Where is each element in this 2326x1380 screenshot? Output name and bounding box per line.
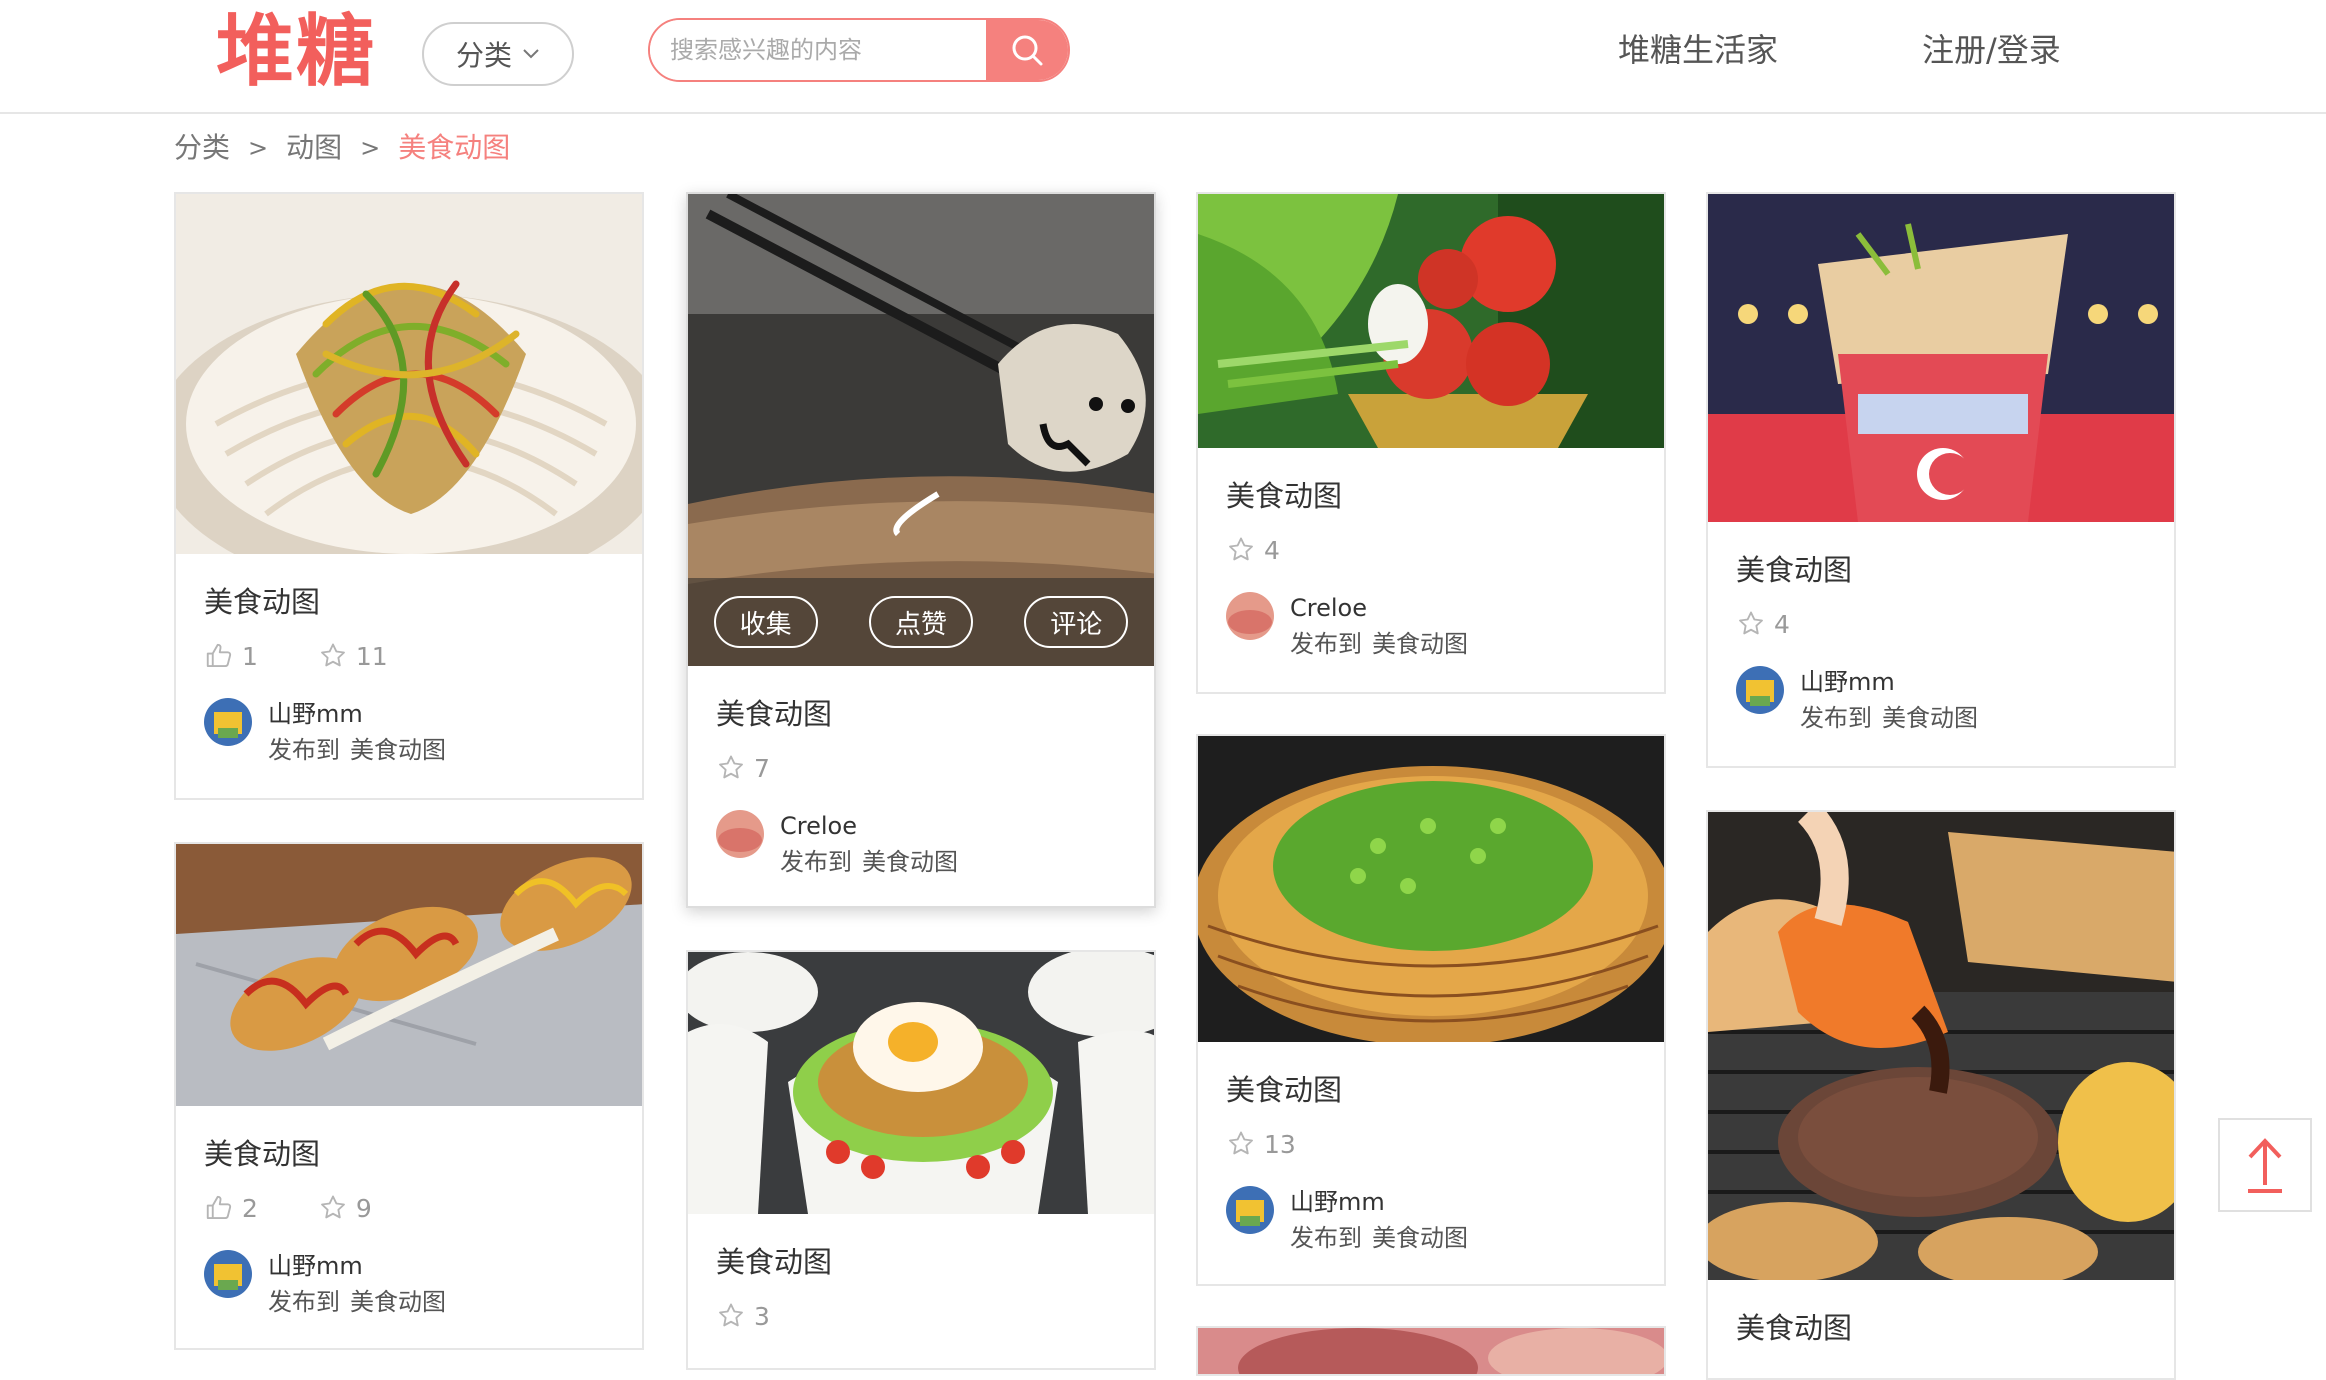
category-label: 分类 [455,39,512,72]
pin-title[interactable]: 美食动图 [1226,476,1636,516]
avatar[interactable] [1226,1186,1274,1234]
pin-title[interactable]: 美食动图 [1226,1070,1636,1110]
top-header: 堆糖 分类 堆糖生活家 注册/登录 [0,0,2326,114]
board-link[interactable]: 美食动图 [1372,1224,1468,1252]
breadcrumb-root[interactable]: 分类 [174,128,230,168]
nav-register-login[interactable]: 注册/登录 [1922,28,2061,72]
pin-card[interactable]: 收集 点赞 评论 美食动图 7 Creloe 发布到 美食动图 [686,192,1156,908]
like-count[interactable]: 2 [204,1193,258,1223]
search-box [648,18,1070,82]
like-button[interactable]: 点赞 [868,596,973,648]
pin-image[interactable] [1198,194,1664,448]
author-name[interactable]: 山野mm [1290,1184,1468,1220]
star-icon [1226,535,1256,565]
favorite-count[interactable]: 3 [716,1301,770,1331]
pin-image[interactable] [176,194,642,554]
star-icon [1736,609,1766,639]
food-image [1708,194,2174,522]
food-image [1198,194,1664,448]
author-name[interactable]: Creloe [1290,590,1468,626]
pin-image[interactable] [1198,736,1664,1042]
site-logo[interactable]: 堆糖 [216,6,376,98]
board-link[interactable]: 美食动图 [1882,704,1978,732]
author-name[interactable]: 山野mm [268,1248,446,1284]
posted-to-label: 发布到 [1800,704,1872,732]
pin-card[interactable]: 美食动图 1 11 山野mm 发布到 美食动图 [174,192,644,800]
author-name[interactable]: Creloe [780,808,958,844]
food-image [176,194,642,554]
category-dropdown-button[interactable]: 分类 [422,22,574,86]
board-link[interactable]: 美食动图 [350,1288,446,1316]
favorite-count[interactable]: 9 [318,1193,372,1223]
pin-title[interactable]: 美食动图 [204,582,614,622]
pin-title[interactable]: 美食动图 [204,1134,614,1174]
avatar[interactable] [1226,592,1274,640]
chevron-down-icon [523,49,539,59]
favorite-count[interactable]: 4 [1226,535,1280,565]
pin-image[interactable] [1198,1328,1664,1374]
pin-image[interactable] [176,844,642,1106]
pin-image[interactable] [1708,194,2174,522]
pin-card[interactable]: 美食动图 4 山野mm 发布到 美食动图 [1706,192,2176,768]
search-input[interactable] [650,20,986,80]
avatar[interactable] [204,1250,252,1298]
star-icon [318,641,348,671]
comment-button[interactable]: 评论 [1024,596,1129,648]
board-link[interactable]: 美食动图 [1372,630,1468,658]
like-count[interactable]: 1 [204,641,258,671]
star-icon [318,1193,348,1223]
pin-card[interactable]: 美食动图 4 Creloe 发布到 美食动图 [1196,192,1666,694]
avatar[interactable] [204,698,252,746]
food-image [1198,1328,1664,1374]
food-image [1198,736,1664,1042]
author-name[interactable]: 山野mm [1800,664,1978,700]
breadcrumb-level2[interactable]: 动图 [286,128,342,168]
pin-title[interactable]: 美食动图 [716,1242,1126,1282]
pin-title[interactable]: 美食动图 [1736,550,2146,590]
star-icon [716,1301,746,1331]
food-image [176,844,642,1106]
breadcrumb-separator: > [360,134,381,162]
arrow-up-icon [2248,1138,2282,1193]
pin-card[interactable]: 美食动图 [1706,810,2176,1380]
posted-to-label: 发布到 [1290,1224,1362,1252]
pin-card[interactable]: 美食动图 3 [686,950,1156,1370]
pin-card[interactable]: 美食动图 13 山野mm 发布到 美食动图 [1196,734,1666,1286]
collect-button[interactable]: 收集 [713,596,818,648]
pin-action-bar: 收集 点赞 评论 [688,578,1154,666]
favorite-count[interactable]: 7 [716,753,770,783]
pin-title[interactable]: 美食动图 [716,694,1126,734]
star-icon [1226,1129,1256,1159]
posted-to-label: 发布到 [268,1288,340,1316]
breadcrumb: 分类 > 动图 > 美食动图 [174,128,510,168]
posted-to-label: 发布到 [780,848,852,876]
pin-card[interactable] [1196,1326,1666,1376]
posted-to-label: 发布到 [1290,630,1362,658]
posted-to-label: 发布到 [268,736,340,764]
back-to-top-button[interactable] [2218,1118,2312,1212]
board-link[interactable]: 美食动图 [350,736,446,764]
breadcrumb-separator: > [248,134,269,162]
pin-image[interactable] [688,952,1154,1214]
search-icon [1012,35,1043,66]
author-name[interactable]: 山野mm [268,696,446,732]
breadcrumb-current: 美食动图 [398,131,511,164]
food-image [688,952,1154,1214]
pin-title[interactable]: 美食动图 [1736,1308,2146,1348]
avatar[interactable] [716,810,764,858]
favorite-count[interactable]: 13 [1226,1129,1296,1159]
board-link[interactable]: 美食动图 [862,848,958,876]
pin-image[interactable] [1708,812,2174,1280]
star-icon [716,753,746,783]
thumb-up-icon [204,1193,234,1223]
nav-life-expert[interactable]: 堆糖生活家 [1618,28,1778,72]
search-button[interactable] [986,20,1068,80]
thumb-up-icon [204,641,234,671]
pin-card[interactable]: 美食动图 2 9 山野mm 发布到 美食动图 [174,842,644,1350]
favorite-count[interactable]: 4 [1736,609,1790,639]
food-image [1708,812,2174,1280]
avatar[interactable] [1736,666,1784,714]
favorite-count[interactable]: 11 [318,641,388,671]
pin-image[interactable]: 收集 点赞 评论 [688,194,1154,666]
